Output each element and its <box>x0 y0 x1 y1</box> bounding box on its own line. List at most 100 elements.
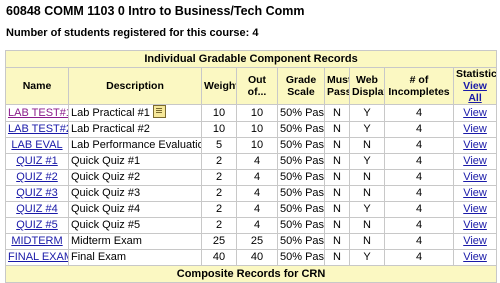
component-description: Quick Quiz #2 <box>69 170 201 185</box>
component-name-link[interactable]: QUIZ #4 <box>16 203 58 215</box>
component-web-display: Y <box>350 105 384 121</box>
table-row: QUIZ #5 Quick Quiz #5 2 4 50% Pass N N 4… <box>6 218 497 233</box>
col-out-of-header: Out of... <box>237 68 277 104</box>
component-name-link[interactable]: MIDTERM <box>11 235 62 247</box>
component-weight: 2 <box>202 202 236 217</box>
component-description: Quick Quiz #3 <box>69 186 201 201</box>
component-out-of: 4 <box>237 218 277 233</box>
component-must-pass: N <box>325 202 349 217</box>
col-grade-scale-header: Grade Scale <box>278 68 324 104</box>
view-stats-link[interactable]: View <box>463 235 487 247</box>
course-title: 60848 COMM 1103 0 Intro to Business/Tech… <box>6 4 305 18</box>
component-web-display: Y <box>350 202 384 217</box>
col-incompletes-header: # of Incompletes <box>385 68 453 104</box>
component-name-link[interactable]: FINAL EXAM <box>8 251 68 263</box>
component-incompletes: 4 <box>385 186 453 201</box>
component-weight: 25 <box>202 234 236 249</box>
component-records-panel: Individual Gradable Component Records Na… <box>5 50 498 283</box>
view-stats-link[interactable]: View <box>463 107 487 119</box>
component-out-of: 40 <box>237 250 277 265</box>
view-all-link[interactable]: View All <box>456 80 494 104</box>
registered-count: Number of students registered for this c… <box>6 27 259 39</box>
component-web-display: N <box>350 234 384 249</box>
component-must-pass: N <box>325 218 349 233</box>
component-weight: 10 <box>202 105 236 121</box>
component-name-link[interactable]: LAB TEST#1 <box>8 107 68 119</box>
component-name-link[interactable]: QUIZ #2 <box>16 171 58 183</box>
component-web-display: N <box>350 186 384 201</box>
table-row: LAB EVAL Lab Performance Evaluation 5 10… <box>6 138 497 153</box>
column-header-row: Name Description Weight Out of... Grade … <box>6 68 497 104</box>
view-stats-link[interactable]: View <box>463 171 487 183</box>
table-row: MIDTERM Midterm Exam 25 25 50% Pass N N … <box>6 234 497 249</box>
table-row: QUIZ #2 Quick Quiz #2 2 4 50% Pass N N 4… <box>6 170 497 185</box>
component-description: Lab Practical #2 <box>69 122 201 137</box>
component-incompletes: 4 <box>385 170 453 185</box>
component-weight: 2 <box>202 218 236 233</box>
component-web-display: Y <box>350 154 384 169</box>
component-name-link[interactable]: LAB EVAL <box>11 139 62 151</box>
component-records-table: Individual Gradable Component Records Na… <box>5 50 498 283</box>
table-row: FINAL EXAM Final Exam 40 40 50% Pass N Y… <box>6 250 497 265</box>
component-grade-scale: 50% Pass <box>278 138 324 153</box>
component-name-link[interactable]: QUIZ #5 <box>16 219 58 231</box>
view-stats-link[interactable]: View <box>463 203 487 215</box>
component-out-of: 10 <box>237 105 277 121</box>
component-incompletes: 4 <box>385 202 453 217</box>
component-grade-scale: 50% Pass <box>278 250 324 265</box>
view-stats-link[interactable]: View <box>463 219 487 231</box>
component-must-pass: N <box>325 154 349 169</box>
view-stats-link[interactable]: View <box>463 251 487 263</box>
component-grade-scale: 50% Pass <box>278 186 324 201</box>
view-stats-link[interactable]: View <box>463 123 487 135</box>
component-must-pass: N <box>325 170 349 185</box>
component-out-of: 25 <box>237 234 277 249</box>
table-row: LAB TEST#1 Lab Practical #1 10 10 50% Pa… <box>6 105 497 121</box>
table-row: QUIZ #3 Quick Quiz #3 2 4 50% Pass N N 4… <box>6 186 497 201</box>
component-weight: 40 <box>202 250 236 265</box>
component-grade-scale: 50% Pass <box>278 105 324 121</box>
view-stats-link[interactable]: View <box>463 187 487 199</box>
component-web-display: N <box>350 218 384 233</box>
component-description: Final Exam <box>69 250 201 265</box>
component-grade-scale: 50% Pass <box>278 154 324 169</box>
component-description: Midterm Exam <box>69 234 201 249</box>
component-incompletes: 4 <box>385 218 453 233</box>
table-row: QUIZ #1 Quick Quiz #1 2 4 50% Pass N Y 4… <box>6 154 497 169</box>
component-must-pass: N <box>325 234 349 249</box>
note-icon[interactable] <box>152 105 166 118</box>
col-must-pass-header: Must Pass <box>325 68 349 104</box>
col-description-header: Description <box>69 68 201 104</box>
component-must-pass: N <box>325 186 349 201</box>
component-out-of: 4 <box>237 154 277 169</box>
individual-records-heading: Individual Gradable Component Records <box>6 51 497 67</box>
statistics-label: Statistics <box>456 68 497 80</box>
component-out-of: 10 <box>237 138 277 153</box>
component-description: Quick Quiz #1 <box>69 154 201 169</box>
col-web-display-header: Web Display <box>350 68 384 104</box>
composite-records-heading: Composite Records for CRN <box>6 266 497 282</box>
component-description: Quick Quiz #4 <box>69 202 201 217</box>
component-out-of: 4 <box>237 170 277 185</box>
component-description: Lab Practical #1 <box>71 107 150 119</box>
component-name-link[interactable]: LAB TEST#2 <box>8 123 68 135</box>
component-must-pass: N <box>325 105 349 121</box>
component-incompletes: 4 <box>385 122 453 137</box>
component-description: Quick Quiz #5 <box>69 218 201 233</box>
table-row: QUIZ #4 Quick Quiz #4 2 4 50% Pass N Y 4… <box>6 202 497 217</box>
component-must-pass: N <box>325 138 349 153</box>
component-incompletes: 4 <box>385 105 453 121</box>
component-web-display: N <box>350 170 384 185</box>
col-statistics-header: Statistics View All <box>454 68 497 104</box>
col-name-header: Name <box>6 68 68 104</box>
table-row: LAB TEST#2 Lab Practical #2 10 10 50% Pa… <box>6 122 497 137</box>
component-must-pass: N <box>325 250 349 265</box>
col-weight-header: Weight <box>202 68 236 104</box>
component-grade-scale: 50% Pass <box>278 218 324 233</box>
view-stats-link[interactable]: View <box>463 155 487 167</box>
component-out-of: 10 <box>237 122 277 137</box>
component-web-display: Y <box>350 250 384 265</box>
component-name-link[interactable]: QUIZ #1 <box>16 155 58 167</box>
component-name-link[interactable]: QUIZ #3 <box>16 187 58 199</box>
view-stats-link[interactable]: View <box>463 139 487 151</box>
